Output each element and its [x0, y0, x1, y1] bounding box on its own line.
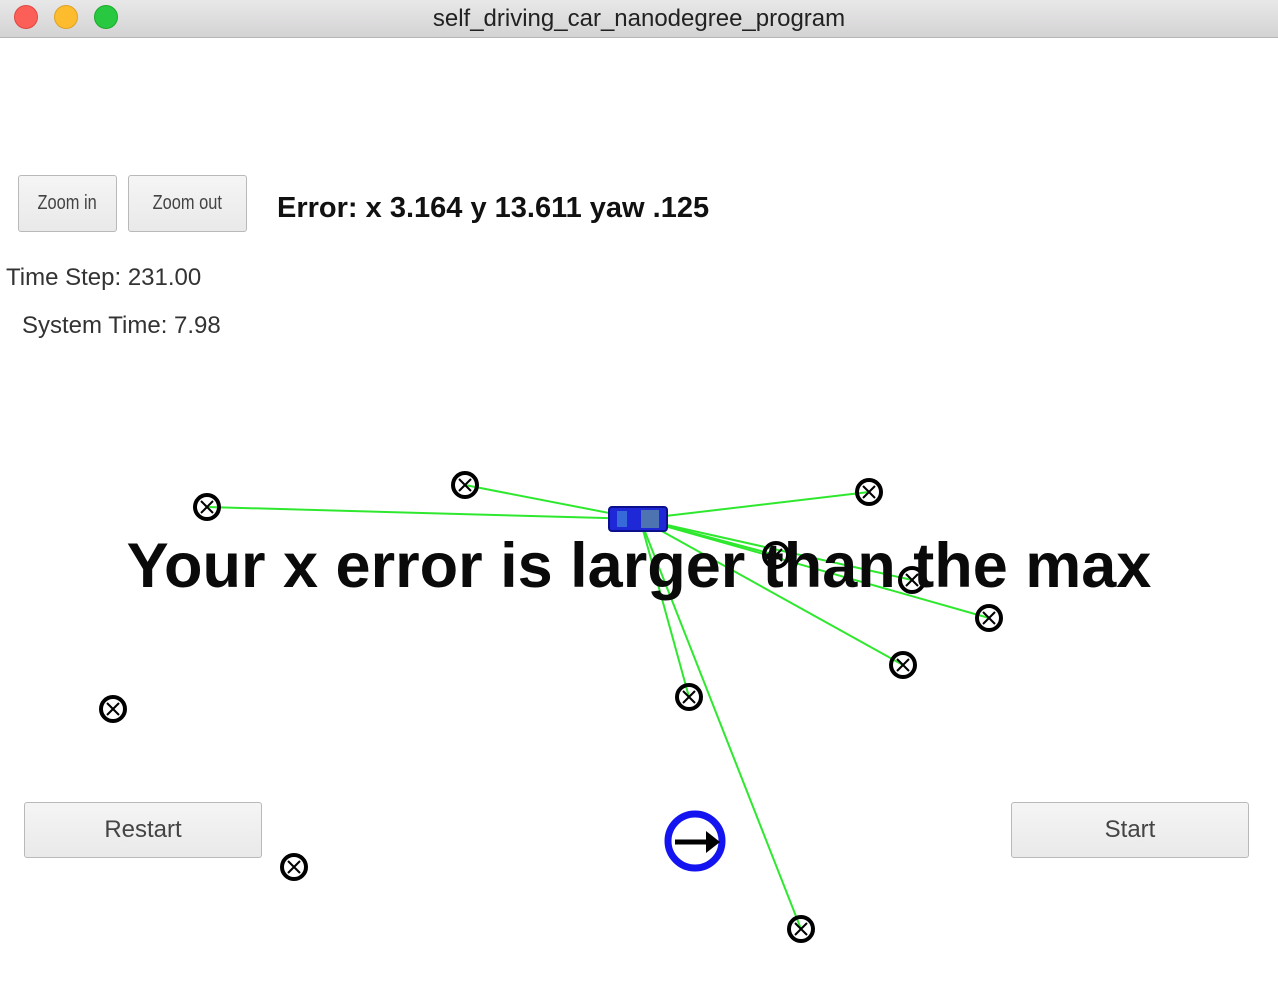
- simulator-window: self_driving_car_nanodegree_program Zoom…: [0, 0, 1278, 992]
- error-readout: Error: x 3.164 y 13.611 yaw .125: [277, 192, 710, 224]
- landmark-x-icon: [99, 695, 127, 723]
- observation-line: [639, 518, 913, 581]
- zoom-out-button[interactable]: Zoom out: [128, 175, 247, 232]
- observation-line: [639, 518, 802, 930]
- landmarks: [99, 471, 1003, 943]
- landmark-x-icon: [675, 683, 703, 711]
- system-time-readout: System Time: 7.98: [22, 312, 221, 339]
- landmark-x-icon: [451, 471, 479, 499]
- start-button[interactable]: Start: [1011, 802, 1249, 858]
- ground-truth-arrow-icon: [664, 810, 726, 872]
- observation-lines: [206, 484, 990, 930]
- observation-line: [639, 518, 990, 619]
- landmark-x-icon: [280, 853, 308, 881]
- landmark-x-icon: [898, 566, 926, 594]
- observation-line: [206, 506, 641, 520]
- landmark-x-icon: [787, 915, 815, 943]
- landmark-x-icon: [889, 651, 917, 679]
- observation-line: [639, 518, 904, 666]
- observation-line: [639, 518, 690, 698]
- car-icon: [608, 506, 668, 532]
- restart-button[interactable]: Restart: [24, 802, 262, 858]
- zoom-in-button[interactable]: Zoom in: [18, 175, 117, 232]
- observation-line: [639, 491, 870, 520]
- time-step-readout: Time Step: 231.00: [6, 264, 202, 291]
- landmark-x-icon: [975, 604, 1003, 632]
